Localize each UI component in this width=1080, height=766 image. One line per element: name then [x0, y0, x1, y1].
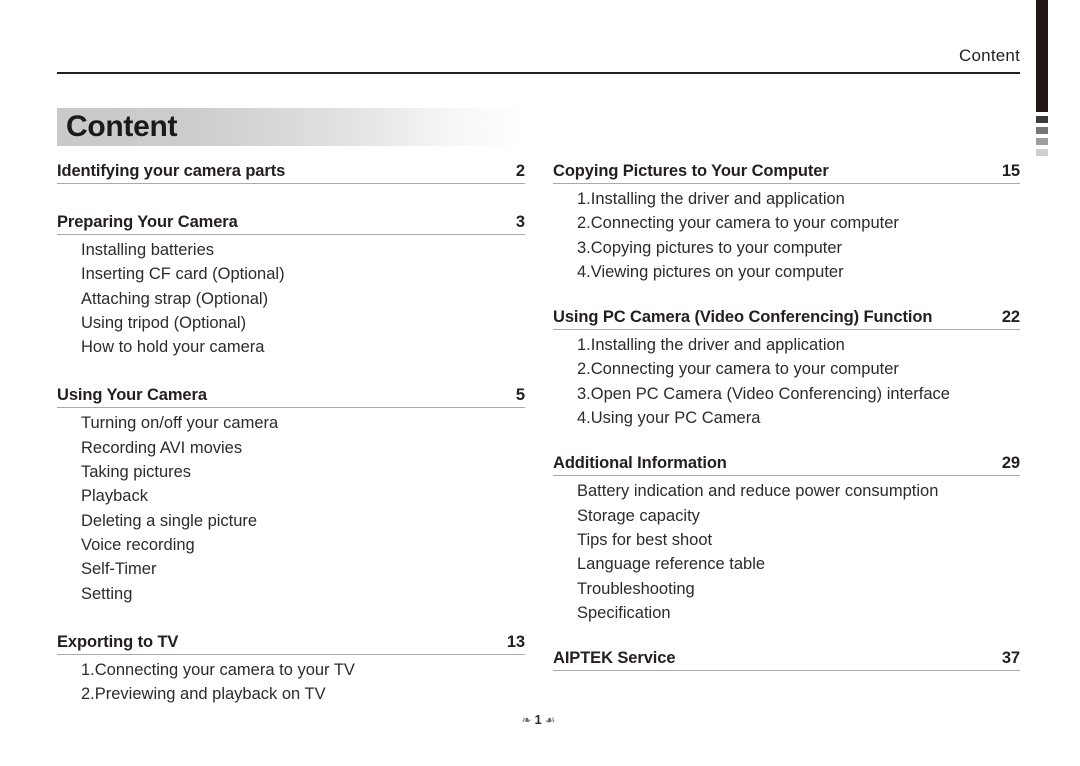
toc-entry-heading[interactable]: Copying Pictures to Your Computer 15 — [553, 160, 1020, 184]
toc-subitem[interactable]: Recording AVI movies — [81, 436, 525, 460]
toc-subitem[interactable]: Specification — [577, 601, 1020, 625]
toc-entry: Using Your Camera 5 Turning on/off your … — [57, 384, 525, 605]
toc-subitem[interactable]: How to hold your camera — [81, 335, 525, 359]
ornament-right-icon: ☙ — [544, 713, 559, 727]
toc-entry: Copying Pictures to Your Computer 15 1.I… — [553, 160, 1020, 284]
toc-subitem-list: Battery indication and reduce power cons… — [553, 479, 1020, 625]
toc-entry-page: 13 — [506, 632, 525, 651]
toc-entry: Preparing Your Camera 3 Installing batte… — [57, 211, 525, 359]
toc-subitem[interactable]: Language reference table — [577, 552, 1020, 576]
edge-tab-square-3 — [1036, 138, 1048, 145]
toc-subitem[interactable]: 2.Connecting your camera to your compute… — [577, 211, 1020, 235]
toc-subitem-list: Turning on/off your camera Recording AVI… — [57, 411, 525, 605]
page-title: Content — [66, 110, 178, 143]
toc-entry: Using PC Camera (Video Conferencing) Fun… — [553, 306, 1020, 430]
toc-subitem[interactable]: 2.Connecting your camera to your compute… — [577, 357, 1020, 381]
toc-subitem[interactable]: Using tripod (Optional) — [81, 311, 525, 335]
toc-entry-heading[interactable]: Preparing Your Camera 3 — [57, 211, 525, 235]
toc-entry-title: Preparing Your Camera — [57, 213, 238, 231]
toc-subitem[interactable]: 1.Installing the driver and application — [577, 333, 1020, 357]
toc-entry-title: Identifying your camera parts — [57, 162, 286, 180]
toc-subitem[interactable]: Taking pictures — [81, 460, 525, 484]
toc-entry: AIPTEK Service 37 — [553, 647, 1020, 672]
toc-subitem[interactable]: 3.Open PC Camera (Video Conferencing) in… — [577, 382, 1020, 406]
toc-subitem[interactable]: Setting — [81, 582, 525, 606]
toc-subitem[interactable]: 1.Installing the driver and application — [577, 187, 1020, 211]
toc-entry-heading[interactable]: Using PC Camera (Video Conferencing) Fun… — [553, 306, 1020, 331]
toc-subitem[interactable]: 1.Connecting your camera to your TV — [81, 658, 525, 682]
toc-subitem-list: 1.Installing the driver and application … — [553, 187, 1020, 284]
page-title-band: Content — [57, 108, 525, 146]
toc-entry-heading[interactable]: Using Your Camera 5 — [57, 384, 525, 409]
toc-entry-page: 2 — [515, 162, 525, 180]
toc-subitem[interactable]: Playback — [81, 484, 525, 508]
toc-subitem[interactable]: Voice recording — [81, 533, 525, 557]
toc-subitem[interactable]: Installing batteries — [81, 238, 525, 262]
toc-subitem-list: 1.Installing the driver and application … — [553, 333, 1020, 430]
running-head: Content — [959, 46, 1020, 65]
header-rule — [57, 72, 1020, 74]
toc-entry-title: Exporting to TV — [57, 632, 179, 651]
toc-entry-page: 22 — [1001, 308, 1020, 327]
toc-subitem[interactable]: Battery indication and reduce power cons… — [577, 479, 1020, 503]
toc-column-left: Identifying your camera parts 2 Preparin… — [57, 160, 525, 706]
edge-tab-square-4 — [1036, 149, 1048, 156]
toc-subitem[interactable]: Attaching strap (Optional) — [81, 287, 525, 311]
toc-subitem-list: Installing batteries Inserting CF card (… — [57, 238, 525, 359]
toc-entry-heading[interactable]: Additional Information 29 — [553, 452, 1020, 477]
toc-subitem[interactable]: Turning on/off your camera — [81, 411, 525, 435]
toc-subitem[interactable]: Troubleshooting — [577, 577, 1020, 601]
toc-column-right: Copying Pictures to Your Computer 15 1.I… — [553, 160, 1020, 672]
edge-tab-square-2 — [1036, 127, 1048, 134]
toc-entry-page: 29 — [1001, 454, 1020, 473]
toc-entry-page: 3 — [515, 213, 525, 231]
toc-entry: Additional Information 29 Battery indica… — [553, 452, 1020, 625]
footer-page-number: 1 — [534, 712, 545, 727]
toc-entry-heading[interactable]: Exporting to TV 13 — [57, 631, 525, 655]
toc-subitem[interactable]: Deleting a single picture — [81, 509, 525, 533]
toc-entry-title: Additional Information — [553, 454, 727, 473]
ornament-left-icon: ❧ — [521, 713, 535, 727]
toc-subitem[interactable]: 3.Copying pictures to your computer — [577, 236, 1020, 260]
toc-entry-page: 15 — [1001, 162, 1020, 180]
toc-subitem[interactable]: 2.Previewing and playback on TV — [81, 682, 525, 706]
toc-entry-heading[interactable]: Identifying your camera parts 2 — [57, 160, 525, 184]
toc-subitem[interactable]: Inserting CF card (Optional) — [81, 262, 525, 286]
toc-entry-title: Using Your Camera — [57, 386, 207, 405]
toc-entry-page: 37 — [1001, 649, 1020, 668]
toc-entry: Identifying your camera parts 2 — [57, 160, 525, 184]
toc-subitem[interactable]: 4.Using your PC Camera — [577, 406, 1020, 430]
toc-entry-heading[interactable]: AIPTEK Service 37 — [553, 647, 1020, 672]
toc-entry: Exporting to TV 13 1.Connecting your cam… — [57, 631, 525, 707]
toc-subitem-list: 1.Connecting your camera to your TV 2.Pr… — [57, 658, 525, 707]
edge-tab-bar — [1036, 0, 1048, 112]
toc-subitem[interactable]: Tips for best shoot — [577, 528, 1020, 552]
toc-entry-page: 5 — [515, 386, 525, 405]
page-edge-tab — [1036, 0, 1048, 156]
toc-subitem[interactable]: Self-Timer — [81, 557, 525, 581]
toc-entry-title: Copying Pictures to Your Computer — [553, 162, 829, 180]
toc-entry-title: Using PC Camera (Video Conferencing) Fun… — [553, 308, 933, 327]
toc-subitem[interactable]: 4.Viewing pictures on your computer — [577, 260, 1020, 284]
toc-entry-title: AIPTEK Service — [553, 649, 676, 668]
edge-tab-square-1 — [1036, 116, 1048, 123]
toc-subitem[interactable]: Storage capacity — [577, 504, 1020, 528]
page-footer: ❧1☙ — [0, 712, 1080, 727]
